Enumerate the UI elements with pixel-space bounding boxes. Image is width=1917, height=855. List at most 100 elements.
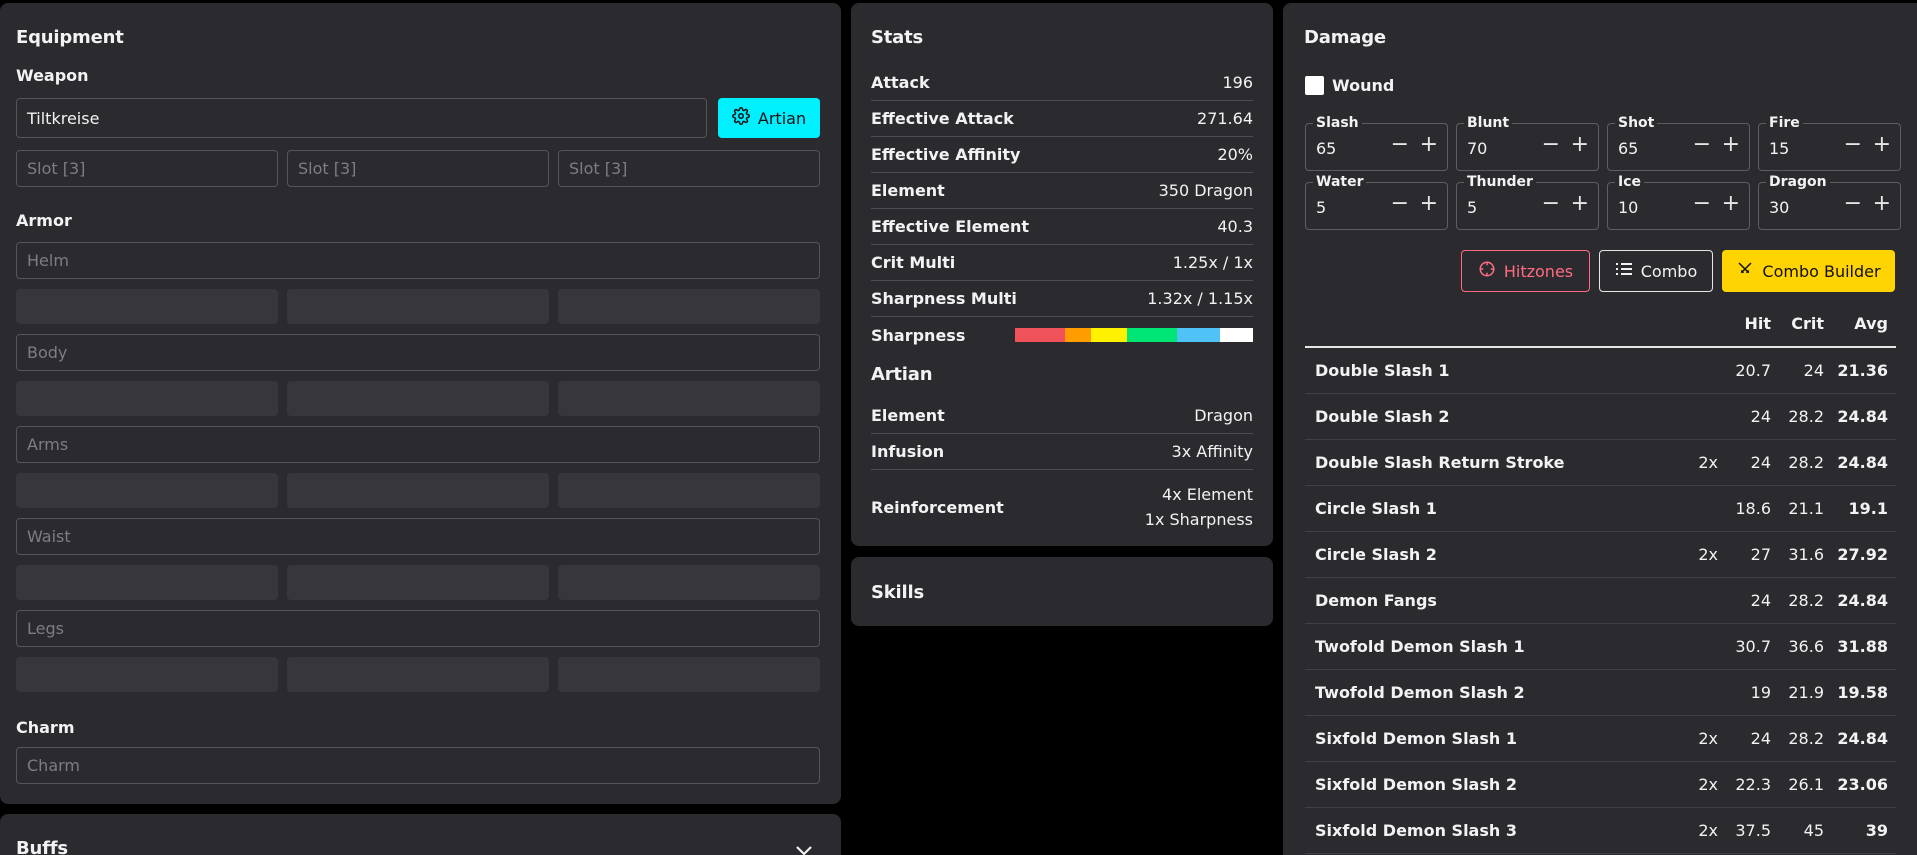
wound-checkbox[interactable]: Wound (1305, 76, 1394, 95)
hit-value: 22.3 (1735, 775, 1771, 794)
hit-value: 30.7 (1735, 637, 1771, 656)
plus-icon[interactable]: + (1420, 193, 1438, 215)
hitzone-field-ice[interactable]: Ice 10 − + (1607, 174, 1750, 230)
helm-slot[interactable] (16, 289, 278, 324)
stat-label: Sharpness Multi (871, 288, 1017, 308)
helm-input[interactable]: Helm (16, 242, 820, 279)
hit-value: 37.5 (1735, 821, 1771, 840)
hitzone-field-slash[interactable]: Slash 65 − + (1305, 115, 1448, 171)
body-input[interactable]: Body (16, 334, 820, 371)
buffs-panel[interactable]: Buffs (0, 814, 841, 855)
row-divider (871, 433, 1253, 434)
weapon-slot-1[interactable]: Slot [3] (16, 150, 278, 187)
move-name: Sixfold Demon Slash 1 (1315, 729, 1517, 748)
arms-input[interactable]: Arms (16, 426, 820, 463)
row-divider (871, 316, 1253, 317)
hitzones-button[interactable]: Hitzones (1461, 250, 1590, 292)
body-slot[interactable] (558, 381, 820, 416)
sharpness-label: Sharpness (871, 325, 966, 345)
stat-row: Effective Element 40.3 (871, 215, 1253, 237)
charm-input[interactable]: Charm (16, 747, 820, 784)
move-name: Double Slash 1 (1315, 361, 1450, 380)
move-name: Circle Slash 2 (1315, 545, 1437, 564)
minus-icon[interactable]: − (1693, 193, 1711, 215)
plus-icon[interactable]: + (1420, 134, 1438, 156)
stats-title: Stats (871, 27, 924, 48)
weapon-input[interactable]: Tiltkreise (16, 98, 707, 138)
sharpness-segment (1015, 328, 1065, 342)
waist-slot[interactable] (16, 565, 278, 600)
minus-icon[interactable]: − (1844, 134, 1862, 156)
hitzone-field-value[interactable]: 5 (1316, 198, 1326, 217)
minus-icon[interactable]: − (1391, 134, 1409, 156)
skills-panel[interactable]: Skills (851, 557, 1273, 626)
plus-icon[interactable]: + (1722, 193, 1740, 215)
col-hit: Hit (1744, 314, 1771, 333)
chevron-down-icon[interactable] (795, 842, 813, 855)
artian-button[interactable]: Artian (718, 98, 820, 138)
hitzone-field-value[interactable]: 30 (1769, 198, 1789, 217)
minus-icon[interactable]: − (1844, 193, 1862, 215)
hitzone-field-value[interactable]: 65 (1618, 139, 1638, 158)
hitzone-field-value[interactable]: 65 (1316, 139, 1336, 158)
table-row: Double Slash 1 20.7 24 21.36 (1305, 348, 1896, 394)
minus-icon[interactable]: − (1391, 193, 1409, 215)
plus-icon[interactable]: + (1722, 134, 1740, 156)
hitzone-field-thunder[interactable]: Thunder 5 − + (1456, 174, 1599, 230)
move-name: Demon Fangs (1315, 591, 1437, 610)
plus-icon[interactable]: + (1873, 193, 1891, 215)
checkbox-box[interactable] (1305, 76, 1324, 95)
crit-value: 36.6 (1788, 637, 1824, 656)
weapon-slot-3[interactable]: Slot [3] (558, 150, 820, 187)
hit-value: 24 (1750, 591, 1771, 610)
plus-icon[interactable]: + (1873, 134, 1891, 156)
hitzone-field-dragon[interactable]: Dragon 30 − + (1758, 174, 1901, 230)
body-slot[interactable] (16, 381, 278, 416)
hitzone-field-value[interactable]: 10 (1618, 198, 1638, 217)
crit-value: 21.9 (1788, 683, 1824, 702)
hitzone-field-fire[interactable]: Fire 15 − + (1758, 115, 1901, 171)
plus-icon[interactable]: + (1571, 193, 1589, 215)
combo-builder-button[interactable]: Combo Builder (1722, 250, 1895, 292)
waist-slot[interactable] (558, 565, 820, 600)
hitzone-field-water[interactable]: Water 5 − + (1305, 174, 1448, 230)
stat-row: Attack 196 (871, 71, 1253, 93)
legs-input[interactable]: Legs (16, 610, 820, 647)
col-avg: Avg (1854, 314, 1888, 333)
helm-slot[interactable] (558, 289, 820, 324)
waist-input[interactable]: Waist (16, 518, 820, 555)
hitzone-field-blunt[interactable]: Blunt 70 − + (1456, 115, 1599, 171)
helm-slot[interactable] (287, 289, 549, 324)
weapon-label: Weapon (16, 66, 89, 85)
legs-slot[interactable] (16, 657, 278, 692)
waist-slot[interactable] (287, 565, 549, 600)
legs-slot[interactable] (558, 657, 820, 692)
arms-slot[interactable] (287, 473, 549, 508)
plus-icon[interactable]: + (1571, 134, 1589, 156)
combo-button[interactable]: Combo (1599, 250, 1713, 292)
hitzone-field-value[interactable]: 70 (1467, 139, 1487, 158)
arms-slot[interactable] (16, 473, 278, 508)
avg-value: 24.84 (1837, 407, 1888, 426)
legs-slot[interactable] (287, 657, 549, 692)
stat-label: Effective Attack (871, 108, 1014, 128)
table-row: Twofold Demon Slash 1 30.7 36.6 31.88 (1305, 624, 1896, 670)
move-name: Double Slash Return Stroke (1315, 453, 1565, 472)
stat-row: Crit Multi 1.25x / 1x (871, 251, 1253, 273)
minus-icon[interactable]: − (1542, 193, 1560, 215)
hit-value: 20.7 (1735, 361, 1771, 380)
move-name: Sixfold Demon Slash 3 (1315, 821, 1517, 840)
hitzone-field-value[interactable]: 15 (1769, 139, 1789, 158)
avg-value: 23.06 (1837, 775, 1888, 794)
arms-slot[interactable] (558, 473, 820, 508)
hitzone-field-value[interactable]: 5 (1467, 198, 1477, 217)
minus-icon[interactable]: − (1542, 134, 1560, 156)
minus-icon[interactable]: − (1693, 134, 1711, 156)
weapon-slot-2[interactable]: Slot [3] (287, 150, 549, 187)
stat-label: Attack (871, 72, 930, 92)
hitzone-field-shot[interactable]: Shot 65 − + (1607, 115, 1750, 171)
body-slot[interactable] (287, 381, 549, 416)
charm-label: Charm (16, 718, 75, 737)
hit-value: 24 (1750, 407, 1771, 426)
stat-row: Element 350 Dragon (871, 179, 1253, 201)
